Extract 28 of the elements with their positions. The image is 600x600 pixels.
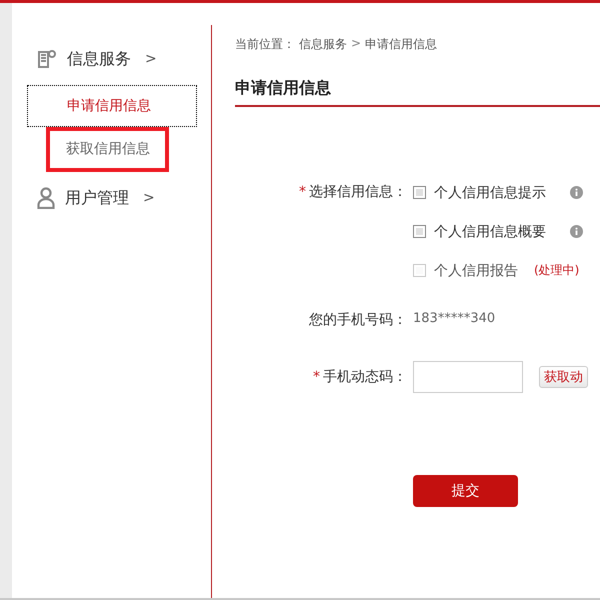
- checkbox[interactable]: [413, 225, 426, 238]
- checkbox[interactable]: [413, 186, 426, 199]
- info-icon[interactable]: [570, 225, 583, 238]
- breadcrumb-link[interactable]: 信息服务: [299, 36, 347, 53]
- code-input-field[interactable]: [413, 361, 523, 393]
- sidebar-item[interactable]: 获取信用信息: [46, 127, 169, 172]
- status-note: (处理中): [534, 262, 580, 279]
- field-label: * 选择信用信息：: [298, 183, 408, 202]
- field-label: * 手机动态码：: [312, 368, 408, 386]
- arrow-text: >: [143, 190, 155, 206]
- field-label: 您的手机号码：: [308, 311, 408, 329]
- option-label: 个人信用信息提示: [434, 184, 546, 202]
- submit-button[interactable]: 提交: [413, 475, 518, 507]
- info-icon[interactable]: [570, 186, 583, 199]
- sidebar-section[interactable]: 信息服务: [67, 48, 131, 70]
- breadcrumb-separator: >: [351, 36, 362, 52]
- get-code-button[interactable]: 获取动: [539, 366, 588, 388]
- user-icon: [37, 187, 55, 209]
- sidebar-section[interactable]: 用户管理: [65, 188, 129, 208]
- page-title: 申请信用信息: [235, 78, 600, 107]
- phone-number: 183*****340: [413, 311, 496, 328]
- sidebar-item[interactable]: 申请信用信息: [27, 85, 197, 127]
- breadcrumb-prefix: 当前位置：: [235, 36, 295, 53]
- document-icon: [37, 49, 57, 69]
- arrow-text: >: [145, 51, 157, 67]
- option-label: 个人信用报告: [434, 262, 518, 280]
- breadcrumb-current: 申请信用信息: [365, 36, 438, 53]
- option-label: 个人信用信息概要: [434, 222, 546, 240]
